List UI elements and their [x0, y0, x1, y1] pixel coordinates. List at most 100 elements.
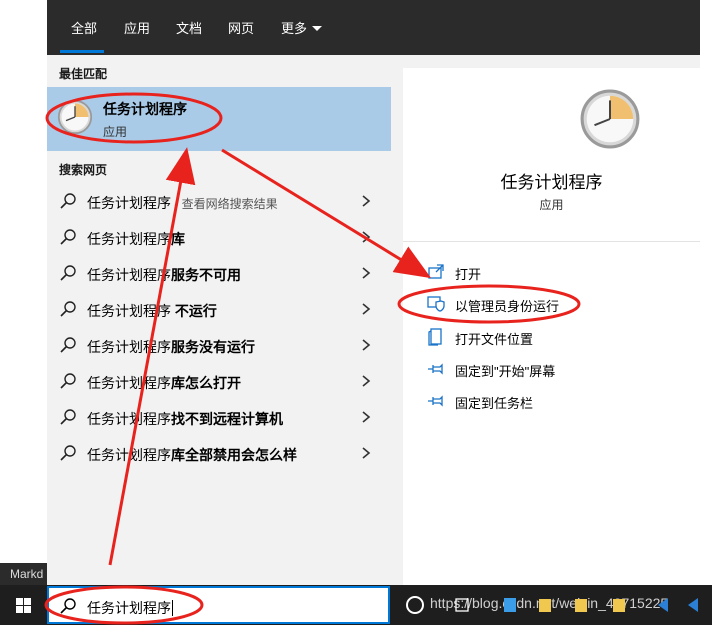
- search-icon: [60, 409, 76, 425]
- suggestion-query: 任务计划程序: [87, 375, 171, 391]
- search-icon: [60, 229, 76, 245]
- search-icon: [60, 265, 76, 281]
- search-input[interactable]: 任务计划程序: [87, 598, 173, 618]
- chevron-right-icon[interactable]: [359, 409, 373, 425]
- task-scheduler-icon: [57, 99, 93, 135]
- suggestion-completion: 库: [171, 231, 185, 247]
- code-editor-icon[interactable]: [656, 595, 670, 615]
- web-suggestion-item[interactable]: 任务计划程序 不运行: [47, 291, 391, 327]
- tab-documents[interactable]: 文档: [176, 18, 202, 37]
- file-location-icon: [428, 328, 442, 346]
- open-action-label: 打开: [455, 267, 482, 282]
- pin-to-taskbar-label: 固定到任务栏: [455, 396, 534, 411]
- tab-web[interactable]: 网页: [228, 18, 254, 37]
- web-suggestion-item[interactable]: 任务计划程序找不到远程计算机: [47, 399, 391, 435]
- run-as-admin-action[interactable]: 以管理员身份运行: [427, 293, 687, 315]
- suggestion-query: 任务计划程序: [87, 303, 171, 319]
- tab-more-label: 更多: [281, 21, 308, 36]
- best-match-item[interactable]: 任务计划程序 应用: [47, 87, 391, 151]
- pin-to-start-label: 固定到"开始"屏幕: [455, 364, 556, 379]
- pin-icon: [428, 363, 443, 375]
- suggestion-completion: 找不到远程计算机: [171, 411, 283, 427]
- text-cursor: [172, 600, 173, 616]
- suggestion-hint: - 查看网络搜索结果: [171, 197, 278, 211]
- folder-icon[interactable]: [612, 595, 626, 615]
- folder-icon[interactable]: [538, 595, 552, 615]
- chevron-right-icon[interactable]: [359, 301, 373, 317]
- suggestion-query: 任务计划程序: [87, 411, 171, 427]
- chevron-right-icon[interactable]: [359, 229, 373, 245]
- details-pane: 任务计划程序 应用 打开 以管理员身份运行 打开文件位置 固定到"开始"屏幕 固…: [403, 68, 700, 585]
- chevron-right-icon[interactable]: [359, 445, 373, 461]
- suggestion-completion: 库怎么打开: [171, 375, 241, 391]
- search-icon: [60, 193, 76, 209]
- suggestion-query: 任务计划程序: [87, 195, 171, 211]
- active-tab-indicator: [60, 50, 104, 53]
- code-editor-icon[interactable]: [686, 595, 700, 615]
- web-suggestion-item[interactable]: 任务计划程序库: [47, 219, 391, 255]
- suggestion-query: 任务计划程序: [87, 339, 171, 355]
- web-suggestion-text: 任务计划程序 不运行: [87, 301, 217, 321]
- web-suggestion-item[interactable]: 任务计划程序服务不可用: [47, 255, 391, 291]
- web-suggestion-text: 任务计划程序库: [87, 229, 185, 249]
- web-suggestion-text: 任务计划程序服务没有运行: [87, 337, 255, 357]
- web-suggestion-item[interactable]: 任务计划程序库怎么打开: [47, 363, 391, 399]
- web-suggestion-item[interactable]: 任务计划程序库全部禁用会怎么样: [47, 435, 391, 471]
- search-input-value: 任务计划程序: [87, 600, 171, 616]
- pin-icon: [428, 395, 443, 407]
- suggestion-query: 任务计划程序: [87, 267, 171, 283]
- search-icon: [60, 301, 76, 317]
- start-button[interactable]: [0, 585, 47, 625]
- web-suggestion-text: 任务计划程序库怎么打开: [87, 373, 241, 393]
- shield-icon: [427, 296, 445, 312]
- chevron-right-icon[interactable]: [359, 337, 373, 353]
- web-search-heading: 搜索网页: [59, 163, 108, 177]
- open-file-location-label: 打开文件位置: [455, 332, 534, 347]
- search-icon: [60, 373, 76, 389]
- suggestion-completion: 服务不可用: [171, 267, 241, 283]
- web-suggestion-text: 任务计划程序 - 查看网络搜索结果: [87, 193, 278, 213]
- run-as-admin-label: 以管理员身份运行: [455, 299, 560, 314]
- cortana-icon[interactable]: [406, 596, 424, 614]
- suggestion-completion: 不运行: [171, 303, 217, 319]
- search-filter-tabs: 全部 应用 文档 网页 更多: [47, 0, 700, 55]
- open-file-location-action[interactable]: 打开文件位置: [427, 326, 687, 348]
- windows-logo-icon: [16, 598, 31, 613]
- best-match-heading: 最佳匹配: [59, 67, 108, 81]
- web-suggestion-item[interactable]: 任务计划程序 - 查看网络搜索结果: [47, 183, 391, 219]
- pin-to-start-action[interactable]: 固定到"开始"屏幕: [427, 358, 687, 380]
- chevron-down-icon: [312, 26, 323, 31]
- details-type: 应用: [539, 198, 564, 212]
- suggestion-completion: 服务没有运行: [171, 339, 255, 355]
- open-action[interactable]: 打开: [427, 261, 687, 283]
- task-scheduler-large-icon: [580, 89, 640, 149]
- web-suggestion-text: 任务计划程序服务不可用: [87, 265, 241, 285]
- details-title: 任务计划程序: [500, 173, 603, 192]
- pin-to-taskbar-action[interactable]: 固定到任务栏: [427, 390, 687, 412]
- chevron-right-icon[interactable]: [359, 265, 373, 281]
- results-pane: 最佳匹配 任务计划程序 应用 搜索网页 任务计划程序 - 查看网络搜索结果 任务计…: [47, 55, 391, 585]
- web-suggestion-item[interactable]: 任务计划程序服务没有运行: [47, 327, 391, 363]
- suggestion-completion: 库全部禁用会怎么样: [171, 447, 297, 463]
- desktop-window-tab[interactable]: Markd: [0, 563, 47, 585]
- web-suggestion-text: 任务计划程序库全部禁用会怎么样: [87, 445, 297, 465]
- taskbar-app-icon[interactable]: [503, 595, 517, 615]
- task-view-icon[interactable]: [455, 597, 469, 613]
- web-suggestion-text: 任务计划程序找不到远程计算机: [87, 409, 283, 429]
- taskbar: 任务计划程序 https://blog.csdn.net/weixin_4271…: [0, 585, 712, 625]
- desktop-background-right: [700, 0, 712, 585]
- best-match-type: 应用: [103, 125, 128, 139]
- chevron-right-icon[interactable]: [359, 193, 373, 209]
- tab-apps[interactable]: 应用: [124, 18, 150, 37]
- best-match-name: 任务计划程序: [103, 101, 187, 117]
- tab-all[interactable]: 全部: [71, 18, 97, 37]
- tab-more[interactable]: 更多: [281, 18, 323, 37]
- taskbar-search-box[interactable]: 任务计划程序: [47, 586, 390, 624]
- chevron-right-icon[interactable]: [359, 373, 373, 389]
- desktop-background-left: Markd: [0, 0, 47, 585]
- folder-icon[interactable]: [574, 595, 588, 615]
- suggestion-query: 任务计划程序: [87, 231, 171, 247]
- start-search-menu: 全部 应用 文档 网页 更多 最佳匹配 任务计划程序 应用 搜索网页 任务计划程…: [47, 0, 700, 585]
- search-icon: [60, 598, 76, 614]
- details-header: 任务计划程序 应用: [403, 68, 700, 242]
